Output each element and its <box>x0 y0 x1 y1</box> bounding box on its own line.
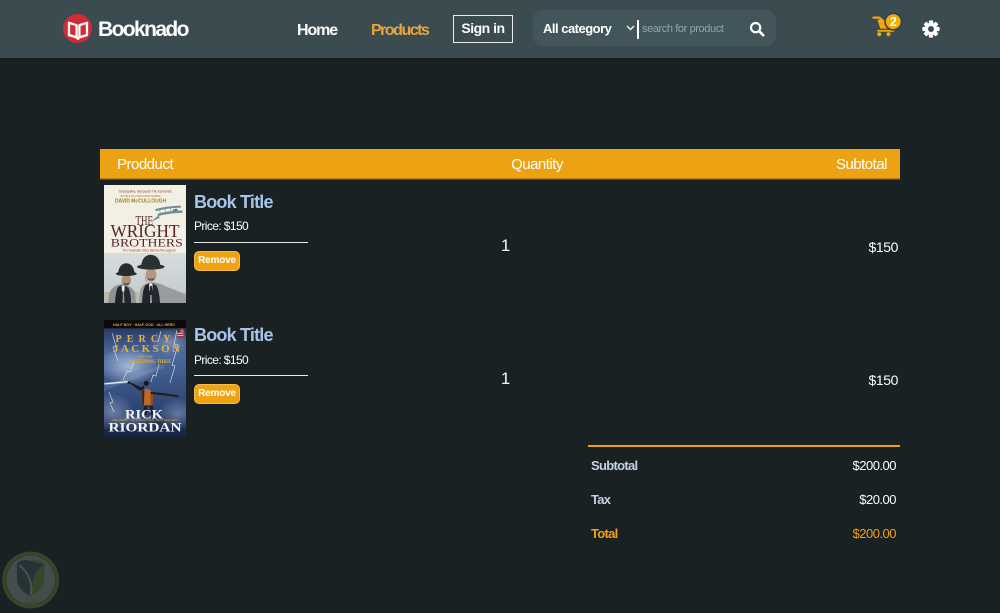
svg-text:'Unstoppable, fast-paced' The: 'Unstoppable, fast-paced' The Economist <box>119 190 172 194</box>
svg-text:2: 2 <box>890 15 897 29</box>
svg-text:BROTHERS: BROTHERS <box>111 237 183 249</box>
svg-text:كفيل: كفيل <box>22 597 39 606</box>
svg-text:RIORDAN: RIORDAN <box>109 420 183 435</box>
svg-text:AND THE: AND THE <box>137 355 153 359</box>
svg-text:DOUBLE PULITZER PRIZE WINNER: DOUBLE PULITZER PRIZE WINNER <box>121 194 161 198</box>
svg-text:LIGHTNING THIEF: LIGHTNING THIEF <box>129 359 172 365</box>
svg-text:DAVID McCULLOUGH: DAVID McCULLOUGH <box>115 199 166 205</box>
svg-text:The Dramatic Story Behind the: The Dramatic Story Behind the Legend <box>123 249 176 253</box>
svg-text:HALF BOY · HALF GOD · ALL HERO: HALF BOY · HALF GOD · ALL HERO <box>113 323 175 327</box>
